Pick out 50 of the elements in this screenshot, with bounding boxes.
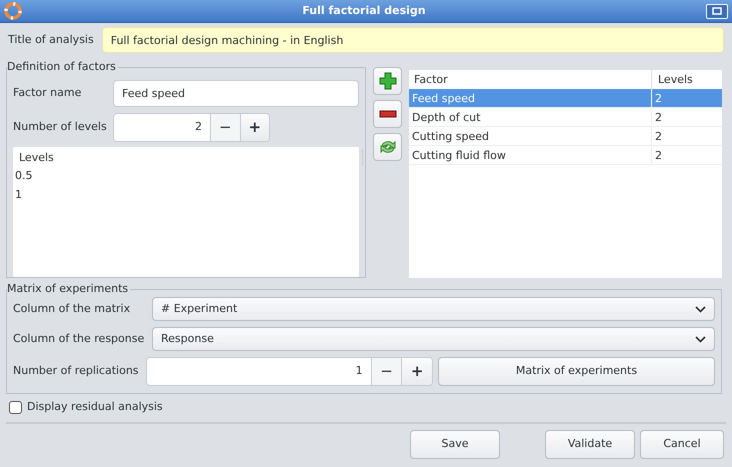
maximize-button[interactable]	[706, 4, 728, 18]
decrement-button[interactable]: −	[370, 358, 402, 385]
increment-button[interactable]: +	[240, 114, 269, 141]
levels-spinbox[interactable]: 2 − +	[113, 113, 270, 142]
minus-icon	[378, 110, 396, 118]
checkbox[interactable]	[9, 400, 22, 414]
list-item[interactable]: 1	[13, 185, 359, 204]
remove-button[interactable]	[373, 100, 402, 128]
table-cell: Cutting fluid flow	[409, 146, 652, 165]
table-cell: Feed speed	[409, 89, 652, 108]
dialog-button[interactable]: Save	[410, 430, 500, 458]
decrement-button[interactable]: −	[210, 114, 240, 141]
field-label: Number of levels	[13, 119, 108, 136]
dialog-button[interactable]: Cancel	[640, 430, 724, 458]
matrix-button[interactable]: Matrix of experiments	[438, 357, 715, 386]
increment-button[interactable]: +	[401, 358, 432, 385]
factor-name-field[interactable]: Feed speed	[113, 80, 359, 107]
column-header: Levels	[657, 72, 693, 88]
table-cell: 2	[652, 108, 722, 127]
field-label: Column of the response	[13, 330, 146, 347]
table-cell: Cutting speed	[409, 127, 652, 146]
lifebuoy-icon	[4, 2, 22, 20]
list-item[interactable]: 0.5	[13, 166, 359, 185]
response-column-dropdown[interactable]: Response	[152, 327, 715, 351]
table-cell: 2	[652, 127, 722, 146]
field-label: Factor name	[13, 85, 82, 102]
window-title: Full factorial design	[301, 2, 427, 19]
table-row[interactable]: Cutting fluid flow 2	[409, 146, 722, 165]
dialog-button[interactable]: Validate	[545, 430, 635, 458]
refresh-icon	[378, 138, 396, 156]
replications-spinbox[interactable]: 1 − +	[146, 357, 433, 386]
chevron-down-icon	[695, 306, 706, 312]
group-title: Matrix of experiments	[7, 282, 130, 296]
refresh-button[interactable]	[373, 133, 402, 161]
chevron-down-icon	[695, 336, 706, 342]
table-row[interactable]: Cutting speed 2	[409, 127, 722, 146]
checkbox-label: Display residual analysis	[27, 399, 163, 415]
field-label: Column of the matrix	[13, 300, 132, 317]
add-button[interactable]	[373, 67, 402, 95]
title-field[interactable]: Full factorial design machining - in English	[102, 27, 724, 53]
column-header: Levels	[13, 149, 363, 166]
table-cell: 2	[652, 146, 722, 165]
field-label: Number of replications	[13, 363, 140, 380]
maximize-icon	[712, 7, 722, 15]
field-label: Title of analysis	[8, 32, 94, 48]
table-cell: 2	[652, 89, 722, 108]
table-cell: Depth of cut	[409, 108, 652, 127]
table-row[interactable]: Depth of cut 2	[409, 108, 722, 127]
matrix-column-dropdown[interactable]: # Experiment	[152, 297, 715, 321]
plus-icon	[378, 72, 396, 90]
